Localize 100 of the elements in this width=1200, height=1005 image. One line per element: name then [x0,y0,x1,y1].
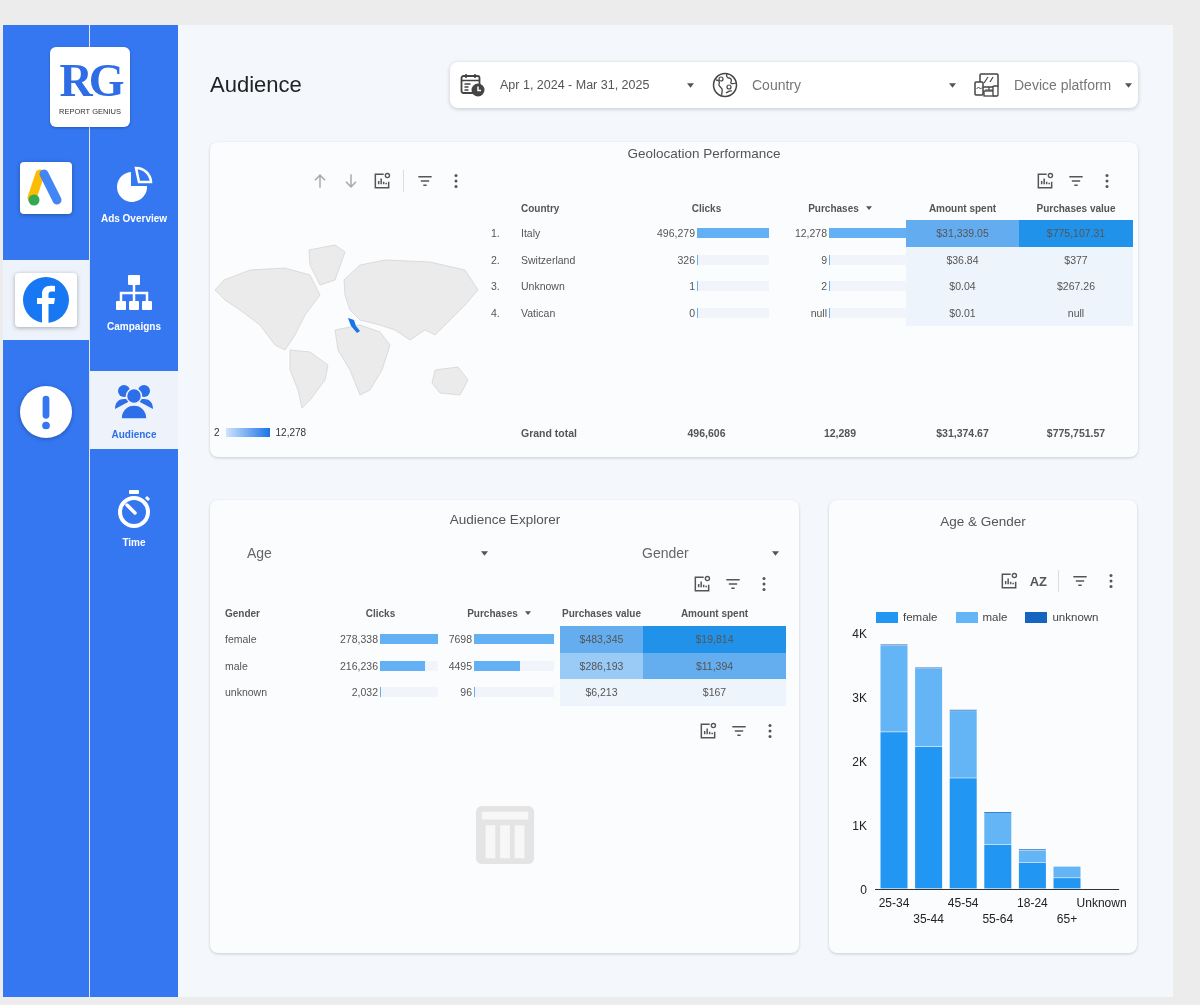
row-index: 2. [491,253,500,266]
axis-tick-label: 65+ [1056,912,1078,925]
axis-tick-label: 0 [860,883,867,897]
heatmap-cell: $167 [643,679,786,706]
card-title: Audience Explorer [448,511,562,527]
dimension-dropdown[interactable]: Gender [514,541,787,565]
card-title: Age & Gender [939,513,1027,529]
heatmap-cell: $267.26 [1019,273,1133,300]
axis-tick-label: 2K [852,755,867,769]
table-cell: 12,278 [794,227,827,240]
heatmap-cell: $6,213 [560,679,643,706]
axis-tick-label: 3K [852,691,867,705]
heatmap-cell: $0.01 [906,299,1019,326]
alert-icon [20,386,72,438]
table-cell: 496,279 [657,227,695,240]
globe-icon [712,72,738,98]
table-cell: 216,236 [340,659,378,672]
heatmap-cell: $377 [1019,246,1133,273]
column-header[interactable]: Purchases [467,607,518,619]
legend-label: unknown [1052,611,1099,623]
pie-chart-icon [114,164,154,205]
heatmap-cell: $19,814 [643,626,786,653]
chart-settings-icon[interactable] [1035,171,1055,191]
table-cell: 2 [821,280,827,293]
table-cell: 4495 [448,659,472,672]
caret-icon [949,82,956,88]
axis-tick-label: 45-54 [947,896,979,910]
nav-item[interactable]: Campaigns [90,263,178,341]
row-index: 4. [491,306,500,319]
total-cell: 12,289 [823,427,857,439]
total-cell: $775,751.57 [1046,427,1106,439]
bar-segment [1053,866,1081,878]
axis-tick-label: 4K [852,627,867,641]
column-header[interactable]: Clicks [365,607,396,619]
dimension-dropdown[interactable]: Age [223,541,496,565]
legend-min: 2 [214,427,220,438]
axis-tick-label: Unknown [1076,896,1127,910]
axis-tick-label: 1K [852,819,867,833]
table-cell: 7698 [448,633,472,646]
caret-icon [772,550,779,556]
total-cell: 496,606 [687,427,726,439]
heatmap-cell: $286,193 [560,652,643,679]
grand-total-label: Grand total [521,427,577,439]
table-cell: Unknown [521,280,565,293]
chart-settings-icon[interactable] [692,574,712,594]
legend-label: female [903,611,938,623]
column-header[interactable]: Amount spent [680,607,749,619]
legend-label: male [982,611,1008,623]
column-header[interactable]: Country [521,202,560,214]
calendar-clock-icon [460,72,486,98]
table-cell: Vatican [521,306,556,319]
table-icon [474,803,536,866]
column-header[interactable]: Clicks [691,202,722,214]
nav-item[interactable]: Time [90,479,178,557]
logo-monogram: RG [59,58,121,104]
filter-dropdown[interactable]: Device platform [974,72,1151,98]
caret-icon [1125,82,1133,88]
chart-settings-icon[interactable] [372,171,392,191]
devices-icon [974,72,1000,98]
heatmap-cell: $31,339.05 [906,220,1019,247]
axis-tick-label: 18-24 [1017,896,1048,910]
table-cell: 278,338 [340,633,378,646]
heatmap-cell: $483,345 [560,626,643,653]
table-cell: 9 [821,253,827,266]
axis-tick-label: 25-34 [878,896,910,910]
sort-button[interactable]: AZ [1029,573,1047,589]
column-header[interactable]: Amount spent [928,202,997,214]
legend-gradient [225,428,270,437]
table-cell: Italy [521,227,541,240]
table-cell: null [810,306,827,319]
platform-item[interactable] [3,260,89,340]
row-index: 3. [491,280,500,293]
caret-icon [481,550,488,556]
legend-max: 12,278 [275,427,307,438]
table-cell: 1 [689,280,695,293]
heatmap-cell: $36.84 [906,246,1019,273]
nav-item[interactable]: Audience [90,371,178,449]
chart-settings-icon[interactable] [698,720,718,741]
filter-dropdown[interactable]: Country [712,72,974,98]
heatmap-cell: $11,394 [643,652,786,679]
axis-tick-label: 35-44 [913,912,944,925]
bar-segment [984,844,1012,889]
heatmap-cell: $775,107.31 [1019,220,1133,247]
sort-caret-icon[interactable] [865,206,872,210]
table-cell: 0 [689,306,695,319]
facebook-logo-icon [15,273,77,327]
total-cell: $31,374.67 [936,427,989,439]
column-header[interactable]: Purchases value [562,607,641,619]
column-header[interactable]: Purchases [808,202,859,214]
column-header[interactable]: Gender [225,607,260,619]
table-cell: 326 [677,253,695,266]
table-cell: female [225,633,257,646]
filter-dropdown[interactable]: Apr 1, 2024 - Mar 31, 2025 [460,72,712,98]
page-title: Audience [210,72,302,98]
axis-tick-label: 55-64 [982,912,1014,925]
sort-caret-icon[interactable] [524,611,531,615]
caret-icon [687,82,694,88]
ads-logo-icon [20,162,72,214]
nav-item[interactable]: Ads Overview [90,155,178,233]
column-header[interactable]: Purchases value [1036,202,1116,214]
